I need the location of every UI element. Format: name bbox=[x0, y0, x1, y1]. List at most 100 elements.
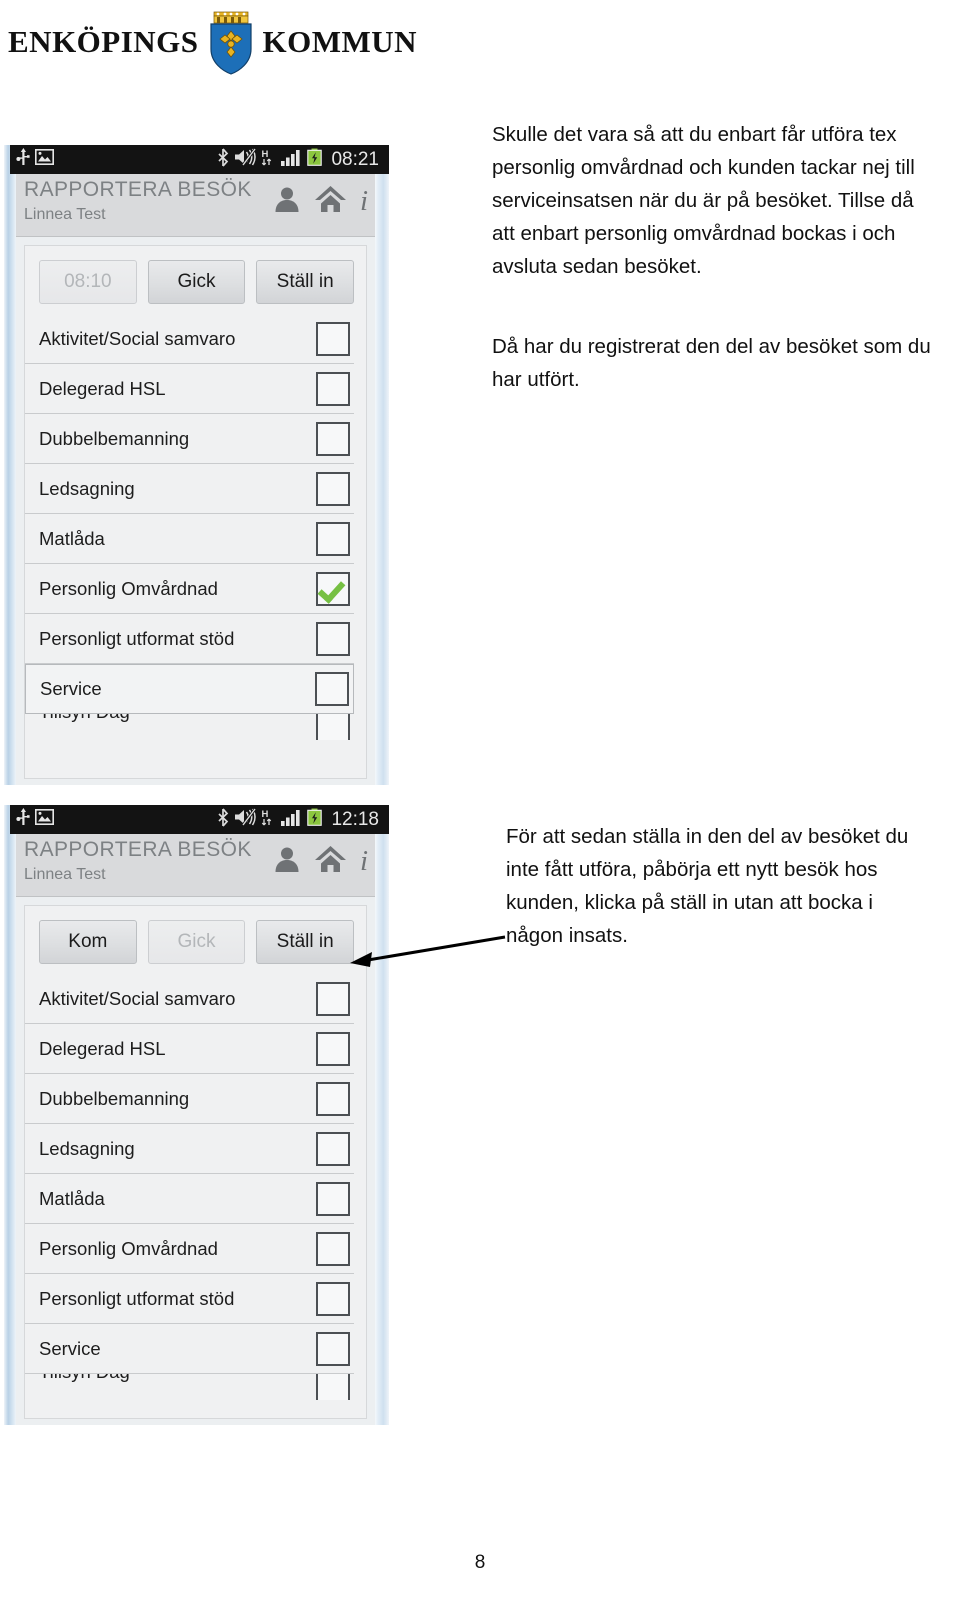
list-item-checkbox[interactable] bbox=[316, 1331, 350, 1366]
list-item[interactable]: Aktivitet/Social samvaro bbox=[25, 314, 354, 364]
service-list: Aktivitet/Social samvaro Delegerad HSL D… bbox=[25, 974, 366, 1400]
list-item[interactable]: Ledsagning bbox=[25, 464, 354, 514]
list-item-label: Dubbelbemanning bbox=[39, 427, 190, 449]
list-item-label: Personligt utformat stöd bbox=[39, 627, 235, 649]
list-item-label: Dubbelbemanning bbox=[39, 1087, 190, 1109]
status-bar-clock: 12:18 bbox=[331, 808, 379, 830]
list-item-label: Aktivitet/Social samvaro bbox=[39, 987, 236, 1009]
list-item[interactable]: Delegerad HSL bbox=[25, 364, 354, 414]
battery-charging-icon bbox=[307, 808, 323, 831]
list-item-label: Delegerad HSL bbox=[39, 377, 166, 399]
app-title: RAPPORTERA BESÖK bbox=[24, 838, 252, 861]
info-icon[interactable]: i bbox=[359, 844, 377, 879]
screenshot-bottom: H 12:18 RAPPORTERA BESÖK Linnea Test i K… bbox=[4, 805, 389, 1425]
list-item-checkbox[interactable] bbox=[316, 1181, 350, 1216]
list-item-checkbox[interactable] bbox=[316, 1231, 350, 1266]
paragraph-text: Då har du registrerat den del av besöket… bbox=[492, 335, 931, 391]
paragraph-text: Skulle det vara så att du enbart får utf… bbox=[492, 123, 915, 278]
list-item-checkbox[interactable] bbox=[316, 571, 350, 606]
list-item-checkbox[interactable] bbox=[316, 1131, 350, 1166]
list-item[interactable]: Personligt utformat stöd bbox=[25, 1274, 354, 1324]
app-action-bar: RAPPORTERA BESÖK Linnea Test i bbox=[10, 174, 389, 237]
person-icon[interactable] bbox=[272, 184, 302, 219]
instruction-paragraph-2: Då har du registrerat den del av besöket… bbox=[492, 330, 942, 396]
list-item[interactable]: Dubbelbemanning bbox=[25, 1074, 354, 1124]
list-item-label: Ledsagning bbox=[39, 477, 135, 499]
visit-action-buttons: Kom Gick Ställ in bbox=[25, 906, 366, 974]
list-item-label: Ledsagning bbox=[39, 1137, 135, 1159]
list-item[interactable]: Matlåda bbox=[25, 514, 354, 564]
list-item[interactable]: Tillsyn Dag bbox=[25, 1374, 354, 1400]
list-item[interactable]: Aktivitet/Social samvaro bbox=[25, 974, 354, 1024]
image-icon bbox=[35, 809, 54, 830]
list-item[interactable]: Personlig Omvårdnad bbox=[25, 1224, 354, 1274]
list-item-checkbox[interactable] bbox=[316, 321, 350, 356]
list-item[interactable]: Delegerad HSL bbox=[25, 1024, 354, 1074]
list-item-label: Matlåda bbox=[39, 1187, 105, 1209]
list-item-label: Matlåda bbox=[39, 527, 105, 549]
list-item[interactable]: Ledsagning bbox=[25, 1124, 354, 1174]
bluetooth-icon bbox=[217, 807, 229, 832]
hspa-network-icon: H bbox=[261, 808, 276, 832]
action-bar-icons: i bbox=[272, 184, 377, 219]
service-list: Aktivitet/Social samvaro Delegerad HSL D… bbox=[25, 314, 366, 740]
gick-button[interactable]: Gick bbox=[147, 260, 246, 304]
image-icon bbox=[35, 149, 54, 170]
list-item-checkbox[interactable] bbox=[316, 521, 350, 556]
list-item-label: Personlig Omvårdnad bbox=[39, 1237, 218, 1259]
list-item-label: Aktivitet/Social samvaro bbox=[39, 327, 236, 349]
stall-in-button[interactable]: Ställ in bbox=[256, 260, 355, 304]
bluetooth-icon bbox=[217, 147, 229, 172]
mute-icon bbox=[234, 808, 257, 831]
customer-name: Linnea Test bbox=[24, 206, 106, 223]
person-icon[interactable] bbox=[272, 844, 302, 879]
list-item[interactable]: Matlåda bbox=[25, 1174, 354, 1224]
list-item-label: Delegerad HSL bbox=[39, 1037, 166, 1059]
visit-report-card: 08:10 Gick Ställ in Aktivitet/Social sam… bbox=[24, 245, 367, 779]
instruction-paragraph-3: För att sedan ställa in den del av besök… bbox=[506, 820, 926, 952]
list-item-checkbox[interactable] bbox=[316, 1281, 350, 1316]
list-item-checkbox[interactable] bbox=[316, 1081, 350, 1116]
list-item-checkbox[interactable] bbox=[316, 621, 350, 656]
document-header: ENKÖPINGS KOMMUN bbox=[0, 0, 960, 84]
list-item-checkbox[interactable] bbox=[316, 371, 350, 406]
list-item[interactable]: Personlig Omvårdnad bbox=[25, 564, 354, 614]
list-item-checkbox[interactable] bbox=[316, 981, 350, 1016]
list-item-label: Personligt utformat stöd bbox=[39, 1287, 235, 1309]
list-item-checkbox[interactable] bbox=[316, 421, 350, 456]
list-item[interactable]: Service bbox=[25, 1324, 354, 1374]
list-item-label: Personlig Omvårdnad bbox=[39, 577, 218, 599]
list-item-label: Service bbox=[39, 1337, 101, 1359]
list-item-label: Tillsyn Dag bbox=[39, 714, 130, 723]
visit-report-card: Kom Gick Ställ in Aktivitet/Social samva… bbox=[24, 905, 367, 1419]
info-icon[interactable]: i bbox=[359, 184, 377, 219]
gick-button[interactable]: Gick bbox=[147, 920, 246, 964]
list-item-label: Tillsyn Dag bbox=[39, 1374, 130, 1383]
page-number: 8 bbox=[474, 1552, 486, 1573]
list-item-checkbox[interactable] bbox=[316, 714, 350, 740]
action-bar-icons: i bbox=[272, 844, 377, 879]
list-item[interactable]: Personligt utformat stöd bbox=[25, 614, 354, 664]
kom-button[interactable]: Kom bbox=[39, 920, 137, 964]
list-item-checkbox[interactable] bbox=[316, 1031, 350, 1066]
arrival-time-button[interactable]: 08:10 bbox=[39, 260, 137, 304]
stall-in-button[interactable]: Ställ in bbox=[256, 920, 355, 964]
logo-text-right: KOMMUN bbox=[262, 24, 418, 59]
list-item[interactable]: Service bbox=[25, 664, 354, 714]
paragraph-text: För att sedan ställa in den del av besök… bbox=[506, 825, 909, 947]
visit-action-buttons: 08:10 Gick Ställ in bbox=[25, 246, 366, 314]
app-title: RAPPORTERA BESÖK bbox=[24, 178, 252, 201]
organization-logo: ENKÖPINGS KOMMUN bbox=[8, 6, 417, 78]
list-item-checkbox[interactable] bbox=[315, 672, 349, 706]
list-item[interactable]: Tillsyn Dag bbox=[25, 714, 354, 740]
android-status-bar: H 12:18 bbox=[10, 805, 389, 834]
list-item-checkbox[interactable] bbox=[316, 471, 350, 506]
enkoping-coat-of-arms-icon bbox=[205, 9, 257, 75]
list-item[interactable]: Dubbelbemanning bbox=[25, 414, 354, 464]
logo-text-left: ENKÖPINGS bbox=[8, 24, 199, 59]
home-icon[interactable] bbox=[314, 844, 347, 879]
svg-text:i: i bbox=[360, 845, 368, 874]
home-icon[interactable] bbox=[314, 184, 347, 219]
customer-name: Linnea Test bbox=[24, 866, 106, 883]
list-item-checkbox[interactable] bbox=[316, 1374, 350, 1400]
